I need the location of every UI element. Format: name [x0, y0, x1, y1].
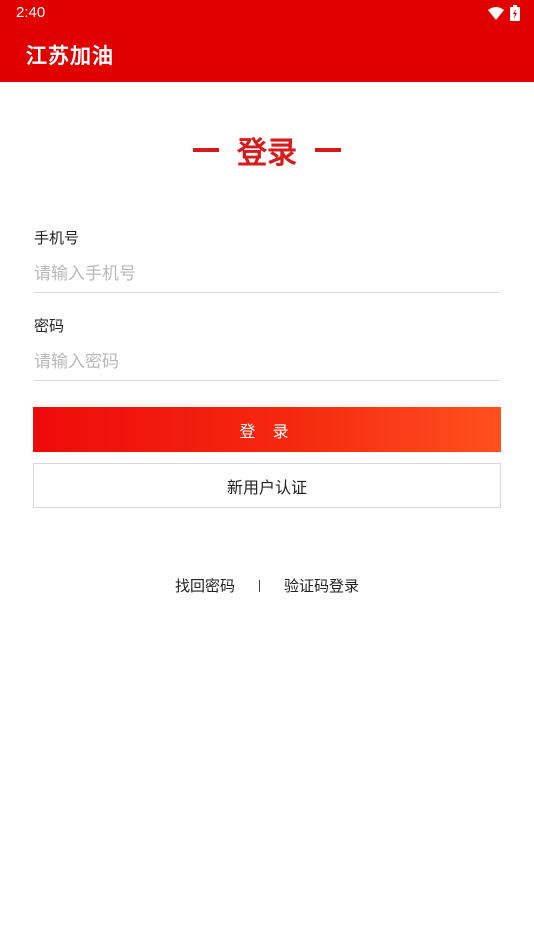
- wifi-icon: [488, 6, 504, 25]
- app-title: 江苏加油: [26, 43, 114, 68]
- password-input[interactable]: [34, 344, 500, 381]
- battery-charging-icon: [510, 5, 520, 25]
- login-heading: 登录: [0, 128, 534, 172]
- status-icons: [488, 5, 520, 25]
- login-heading-text: 登录: [237, 136, 297, 171]
- forgot-password-link[interactable]: 找回密码: [175, 575, 235, 596]
- link-divider: [259, 579, 260, 592]
- phone-input[interactable]: [34, 256, 500, 293]
- login-button[interactable]: 登 录: [33, 407, 501, 452]
- password-label: 密码: [34, 317, 65, 335]
- app-bar: 江苏加油: [0, 28, 534, 82]
- phone-label: 手机号: [34, 229, 80, 247]
- sms-login-link[interactable]: 验证码登录: [284, 575, 359, 596]
- status-time: 2:40: [16, 4, 46, 21]
- heading-right-dash: [315, 148, 341, 152]
- bottom-links: 找回密码 验证码登录: [0, 575, 534, 596]
- status-bar: 2:40: [0, 0, 534, 28]
- heading-left-dash: [193, 148, 219, 152]
- new-user-verify-button[interactable]: 新用户认证: [33, 463, 501, 508]
